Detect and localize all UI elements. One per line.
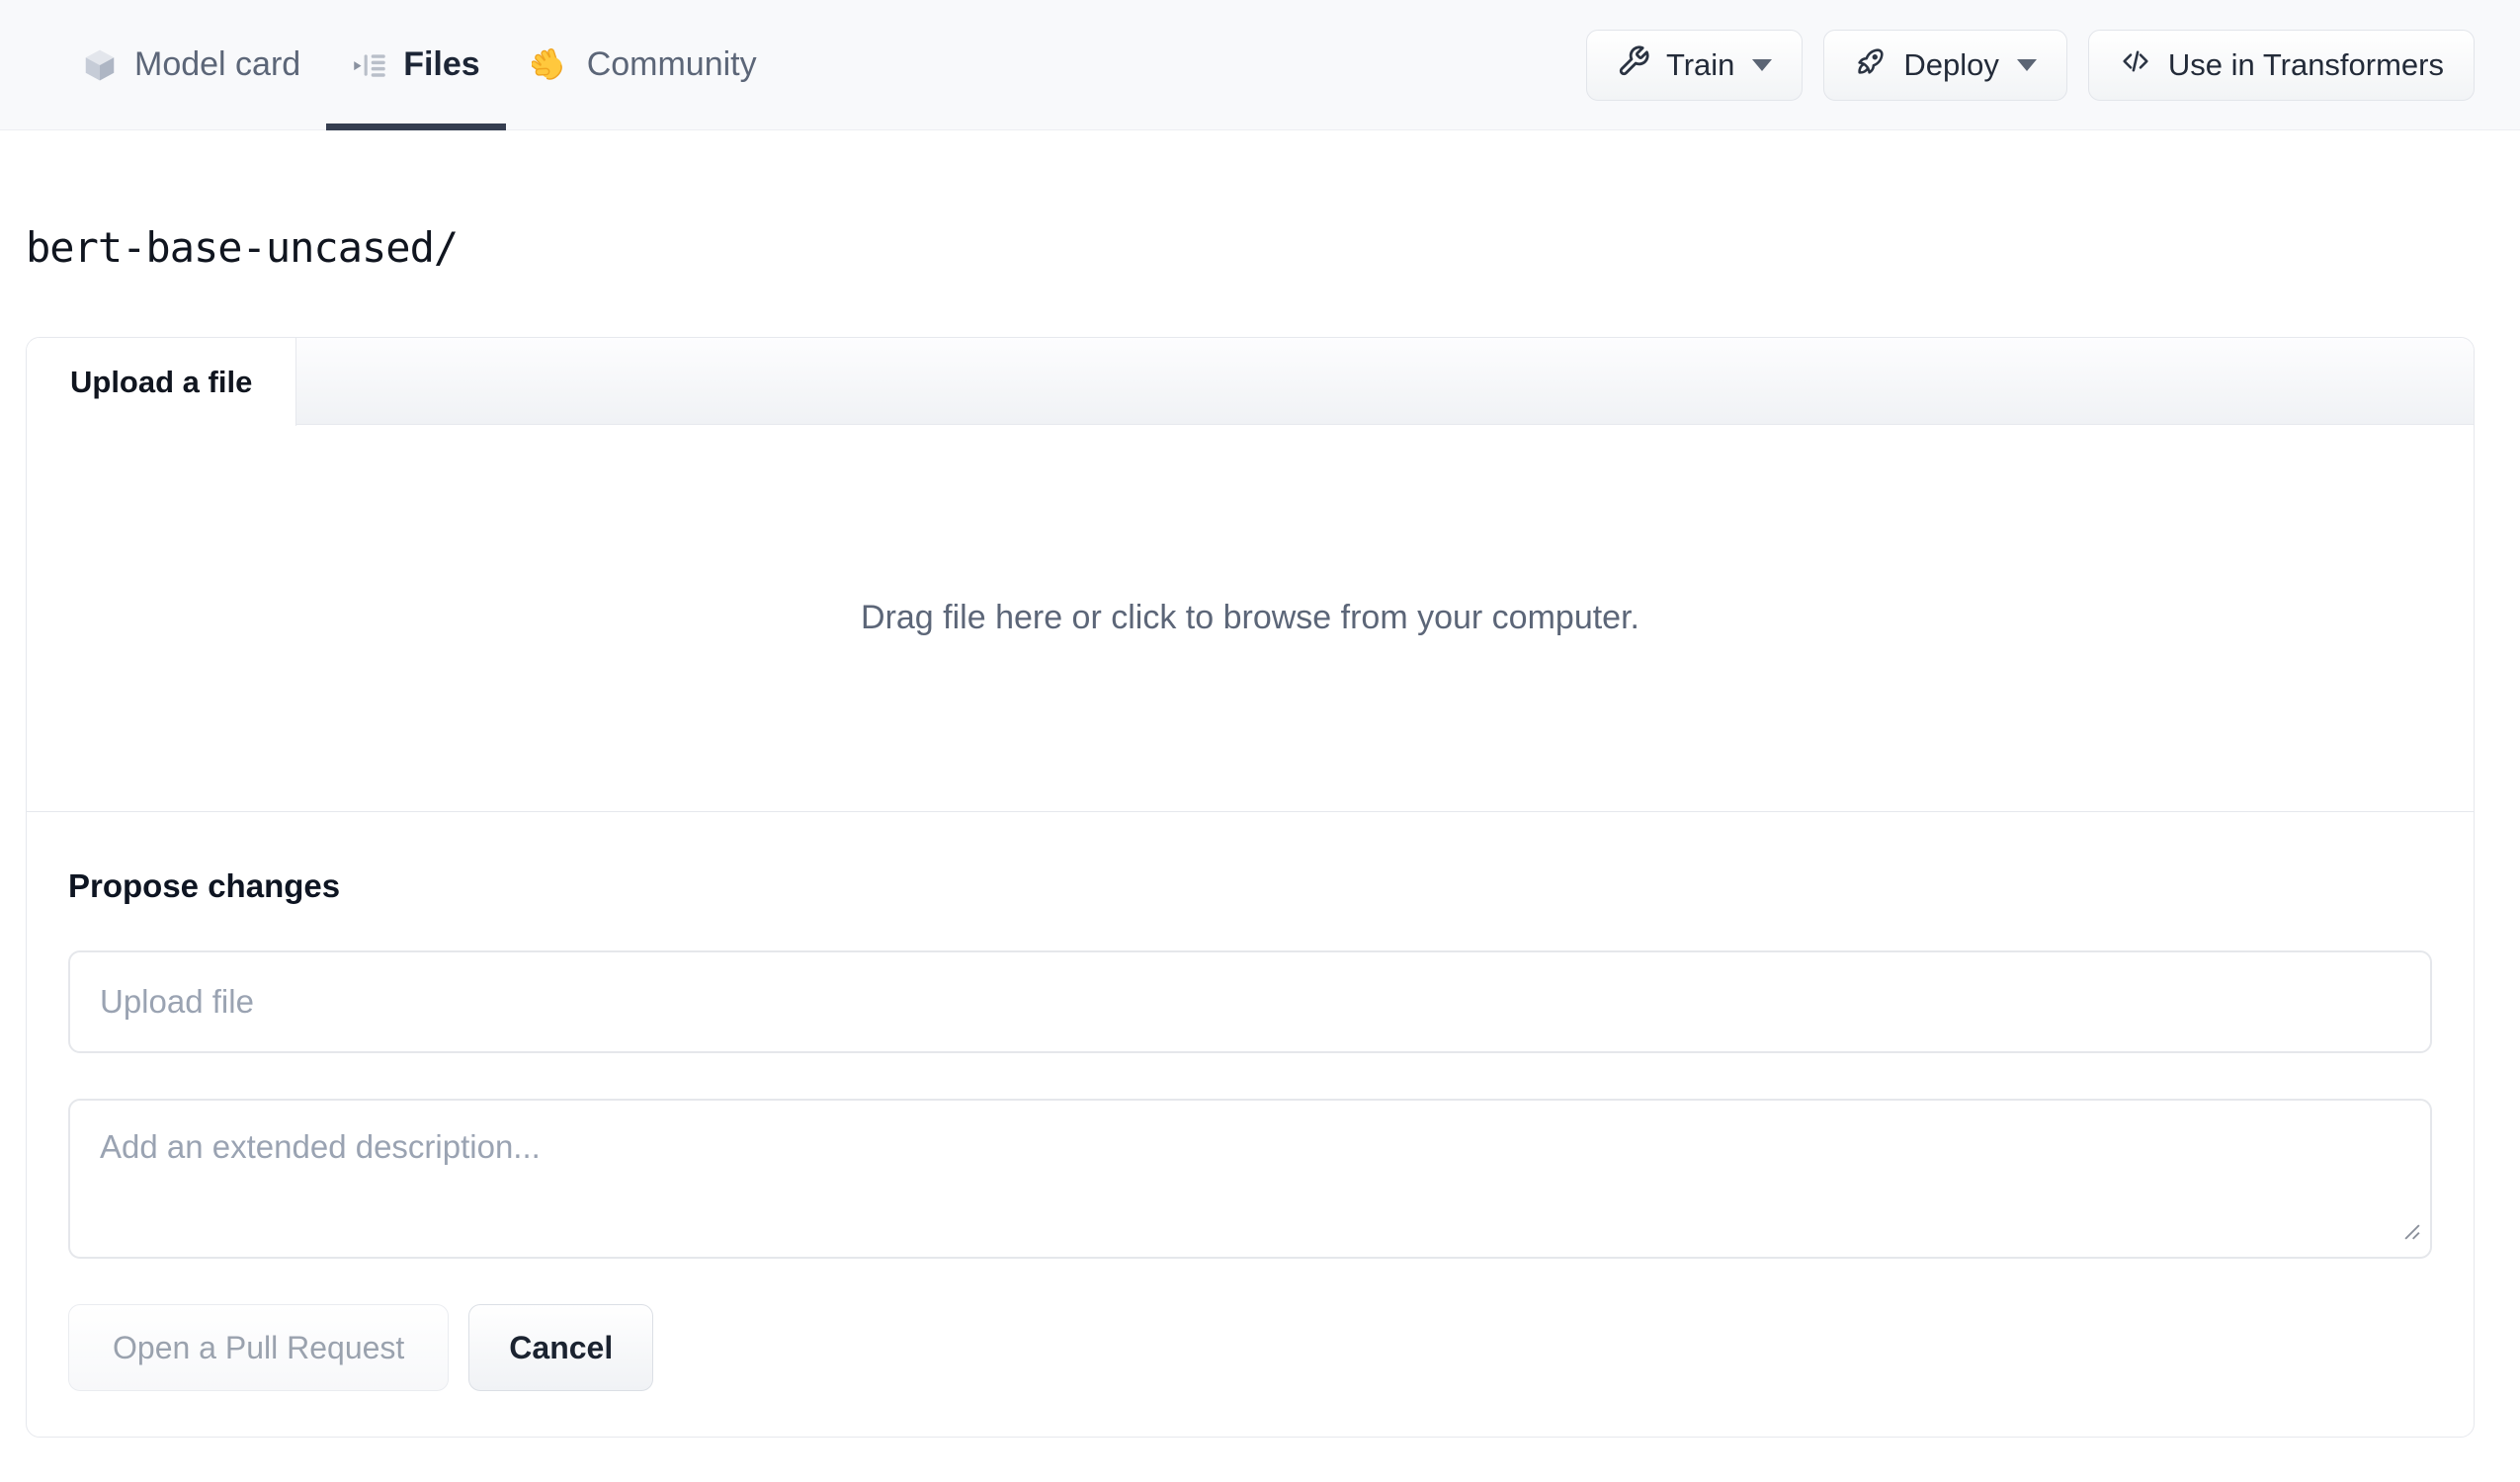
chevron-down-icon bbox=[2016, 58, 2037, 71]
model-tabs: Model card Files Community bbox=[55, 0, 783, 130]
dropzone-text: Drag file here or click to browse from y… bbox=[861, 599, 1639, 636]
file-dropzone[interactable]: Drag file here or click to browse from y… bbox=[27, 425, 2474, 812]
use-in-transformers-label: Use in Transformers bbox=[2167, 46, 2444, 82]
tab-community[interactable]: Community bbox=[506, 0, 783, 129]
tab-upload-a-file[interactable]: Upload a file bbox=[27, 338, 297, 426]
repo-action-buttons: Train Deploy Use in Transformers bbox=[1585, 0, 2475, 129]
tab-model-card[interactable]: Model card bbox=[55, 0, 326, 129]
repo-path: bert-base-uncased/ bbox=[26, 223, 459, 272]
upload-card: Upload a file Drag file here or click to… bbox=[26, 337, 2475, 1438]
extended-description-textarea[interactable] bbox=[68, 1099, 2432, 1259]
model-nav-bar: Model card Files Community Train Deploy … bbox=[0, 0, 2520, 130]
rocket-icon bbox=[1854, 44, 1888, 86]
deploy-button-label: Deploy bbox=[1903, 46, 1999, 82]
train-button-label: Train bbox=[1665, 46, 1735, 82]
code-icon bbox=[2119, 44, 2152, 86]
tab-upload-a-file-label: Upload a file bbox=[70, 364, 253, 399]
open-pull-request-button[interactable]: Open a Pull Request bbox=[68, 1304, 450, 1391]
file-versions-icon bbox=[352, 47, 387, 83]
tab-community-label: Community bbox=[586, 45, 757, 83]
waving-hand-icon bbox=[531, 45, 571, 85]
tab-files[interactable]: Files bbox=[326, 0, 507, 130]
train-button[interactable]: Train bbox=[1585, 29, 1804, 101]
page: Model card Files Community Train Deploy … bbox=[0, 0, 2520, 1438]
propose-actions: Open a Pull Request Cancel bbox=[68, 1304, 2432, 1391]
cube-icon bbox=[81, 46, 119, 84]
tab-model-card-label: Model card bbox=[134, 45, 301, 83]
use-in-transformers-button[interactable]: Use in Transformers bbox=[2087, 29, 2475, 101]
deploy-button[interactable]: Deploy bbox=[1823, 29, 2067, 101]
propose-changes-section: Propose changes Open a Pull Request Canc… bbox=[27, 812, 2474, 1437]
tab-files-label: Files bbox=[403, 45, 480, 83]
description-field-wrap bbox=[68, 1099, 2432, 1259]
main-content: bert-base-uncased/ Upload a file Drag fi… bbox=[0, 223, 2520, 1438]
cancel-button[interactable]: Cancel bbox=[468, 1304, 654, 1391]
upload-card-tabs: Upload a file bbox=[27, 338, 2474, 426]
chevron-down-icon bbox=[1752, 58, 1773, 71]
upload-filename-input[interactable] bbox=[68, 950, 2432, 1053]
wrench-icon bbox=[1617, 44, 1650, 86]
propose-changes-heading: Propose changes bbox=[68, 867, 341, 904]
